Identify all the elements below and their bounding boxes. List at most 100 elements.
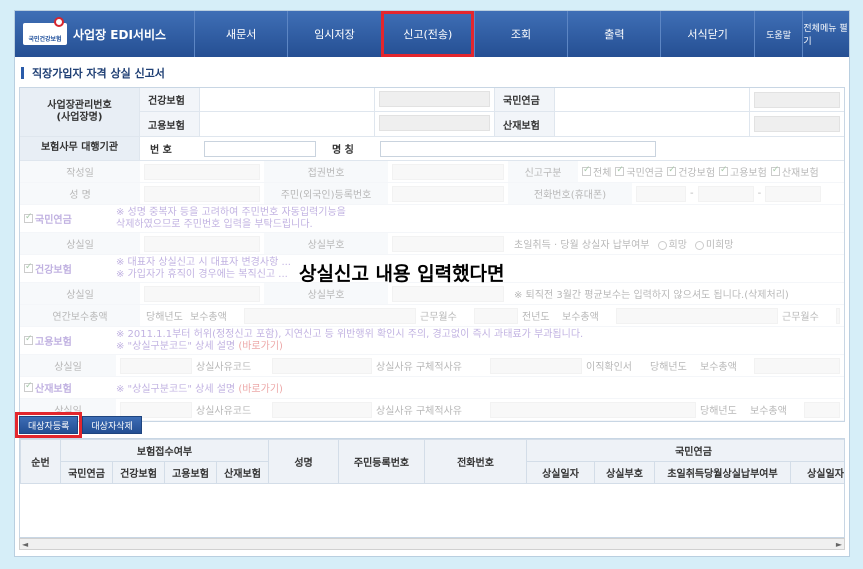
phone-last-field[interactable]: [765, 185, 822, 202]
agency-number-field[interactable]: [204, 140, 316, 157]
annual-pay-label: 연간보수총액: [20, 305, 140, 326]
health-section-check[interactable]: 건강보험: [20, 261, 116, 276]
employment-reason-code-label: 상실사유코드: [196, 362, 252, 373]
health-loss-date-field[interactable]: [144, 285, 260, 302]
industrial-shortcut-link[interactable]: (바로가기): [238, 384, 283, 395]
phone-prefix-select[interactable]: [636, 185, 686, 202]
nav-submit-report[interactable]: 신고(전송): [380, 11, 474, 57]
nav-temp-save[interactable]: 임시저장: [287, 11, 380, 57]
industrial-no-cell: [555, 112, 750, 136]
this-year-label: 당해년도: [146, 312, 183, 323]
industrial-label: 산재보험: [495, 112, 555, 136]
logo-pin-icon: [54, 17, 64, 27]
industrial-note: ※ "상실구분코드" 상세 설명 (바로가기): [116, 384, 283, 395]
check-health[interactable]: 건강보험: [667, 164, 715, 179]
nav-close-form[interactable]: 서식닫기: [660, 11, 753, 57]
report-type-checks: 전체 국민연금 건강보험 고용보험 산재보험: [578, 164, 844, 179]
leave-confirm-button[interactable]: 이직확인서: [586, 358, 650, 373]
nav-inquiry[interactable]: 조회: [473, 11, 567, 57]
top-nav: 국민건강보험 사업장 EDI서비스 새문서 임시저장 신고(전송) 조회 출력 …: [15, 11, 849, 57]
horizontal-scrollbar[interactable]: ◄ ►: [19, 538, 845, 550]
pension-no-cell: [555, 88, 750, 111]
biz-mgmt-label: 사업장관리번호 (사업장명): [20, 88, 140, 136]
industrial-pay-field[interactable]: [804, 401, 840, 418]
pension-loss-row: 상실일 상실부호 초일취득 · 당월 상실자 납부여부 희망 미희망: [20, 233, 844, 255]
industrial-name-field: [754, 116, 840, 132]
target-table: 순번 보험접수여부 성명 주민등록번호 전화번호 국민연금 국민연금 건강보험 …: [20, 439, 844, 484]
check-industrial[interactable]: 산재보험: [770, 164, 819, 179]
annual-pay-row: 연간보수총액 당해년도 보수총액 근무월수 전년도 보수총액 근무월수: [20, 305, 844, 327]
prev-year-label: 전년도: [522, 312, 550, 323]
employment-section-check[interactable]: 고용보험: [20, 333, 116, 348]
agency-name-field[interactable]: [380, 140, 656, 157]
agency-label: 보험사무 대행기관: [20, 137, 140, 160]
pension-loss-date-field[interactable]: [144, 235, 260, 252]
radio-hope[interactable]: 희망: [657, 236, 687, 251]
nav-expand-all-menu[interactable]: 전체메뉴 펼기: [802, 11, 849, 57]
register-target-button[interactable]: 대상자등록: [15, 412, 83, 438]
industrial-reason-detail-field[interactable]: [490, 401, 696, 418]
page-title: 직장가입자 자격 상실 신고서: [21, 65, 165, 81]
employment-label: 고용보험: [140, 112, 200, 136]
health-loss-code-select[interactable]: [392, 285, 504, 302]
pension-section-check[interactable]: 국민연금: [20, 211, 116, 226]
employment-loss-row: 상실일 상실사유코드 상실사유 구체적사유 이직확인서 당해년도 보수총액: [20, 355, 844, 377]
work-months2-field[interactable]: [836, 307, 840, 324]
employment-shortcut-link[interactable]: (바로가기): [238, 341, 283, 352]
health-label: 건강보험: [140, 88, 200, 111]
pension-name-cell: [750, 89, 844, 111]
industrial-loss-row: 상실일 상실사유코드 상실사유 구체적사유 당해년도 보수총액: [20, 399, 844, 421]
radio-no-hope[interactable]: 미희망: [694, 236, 734, 251]
pension-loss-code-select[interactable]: [392, 235, 504, 252]
check-icon: [615, 165, 625, 176]
col-phone: 전화번호: [424, 439, 528, 484]
service-title: 사업장 EDI서비스: [73, 27, 167, 42]
prev-year-pay-field[interactable]: [616, 307, 778, 324]
col-rrn: 주민등록번호: [338, 439, 426, 484]
check-pension[interactable]: 국민연금: [615, 164, 663, 179]
check-icon: [24, 334, 33, 345]
health-no-field[interactable]: [204, 91, 370, 107]
name-label: 성 명: [20, 183, 140, 204]
overlay-caption: 상실신고 내용 입력했다면: [299, 263, 505, 285]
work-months2-label: 근무월수: [782, 312, 819, 323]
name-field[interactable]: [144, 185, 260, 202]
disabled-section: 작성일 접권번호 신고구분 전체 국민연금 건강보험 고용보험 산재보험 성 명…: [20, 161, 844, 421]
pay-total-label: 보수총액: [190, 312, 227, 323]
check-all[interactable]: 전체: [582, 164, 611, 179]
this-year2-label: 당해년도: [650, 362, 687, 373]
rrn-field[interactable]: [392, 185, 504, 202]
employment-loss-date-field[interactable]: [120, 357, 192, 374]
employment-name-cell: [375, 112, 495, 136]
pension-loss-date-label: 상실일: [20, 233, 140, 254]
pension-name-field: [754, 91, 840, 108]
check-employment[interactable]: 고용보험: [719, 164, 767, 179]
scroll-right-icon[interactable]: ►: [834, 540, 844, 549]
this-year-pay-field[interactable]: [244, 307, 416, 324]
nav-new-document[interactable]: 새문서: [194, 11, 287, 57]
employment-reason-code-select[interactable]: [272, 357, 372, 374]
write-date-label: 작성일: [20, 161, 140, 182]
industrial-reason-code-select[interactable]: [272, 401, 372, 418]
scroll-left-icon[interactable]: ◄: [20, 540, 30, 549]
industrial-reason-code-label: 상실사유코드: [196, 406, 252, 417]
work-months-field[interactable]: [474, 307, 518, 324]
reward-note: ※ 퇴직전 3월간 평균보수는 입력하지 않으셔도 됩니다.(삭제처리): [514, 290, 789, 301]
biz-mgmt-block: 사업장관리번호 (사업장명) 건강보험 국민연금 고용보험 산재보험: [20, 88, 844, 137]
industrial-section-check[interactable]: 산재보험: [20, 380, 116, 395]
employment-loss-date-label: 상실일: [20, 355, 116, 376]
health-no-cell: [200, 88, 375, 111]
industrial-section-row: 산재보험 ※ "상실구분코드" 상세 설명 (바로가기): [20, 377, 844, 399]
title-bar-icon: [21, 67, 24, 79]
nav-help[interactable]: 도움말: [753, 11, 803, 57]
employment-name-field: [379, 115, 490, 131]
first-acq-label: 초일취득 · 당월 상실자 납부여부: [514, 240, 650, 251]
delete-target-button[interactable]: 대상자삭제: [82, 416, 142, 434]
health-name-field: [379, 91, 490, 107]
target-grid: 순번 보험접수여부 성명 주민등록번호 전화번호 국민연금 국민연금 건강보험 …: [19, 438, 845, 538]
employment-pay-field[interactable]: [754, 357, 840, 374]
pension-label: 국민연금: [495, 88, 555, 111]
employment-reason-detail-field[interactable]: [490, 357, 582, 374]
phone-mid-field[interactable]: [697, 185, 754, 202]
nav-print[interactable]: 출력: [567, 11, 660, 57]
